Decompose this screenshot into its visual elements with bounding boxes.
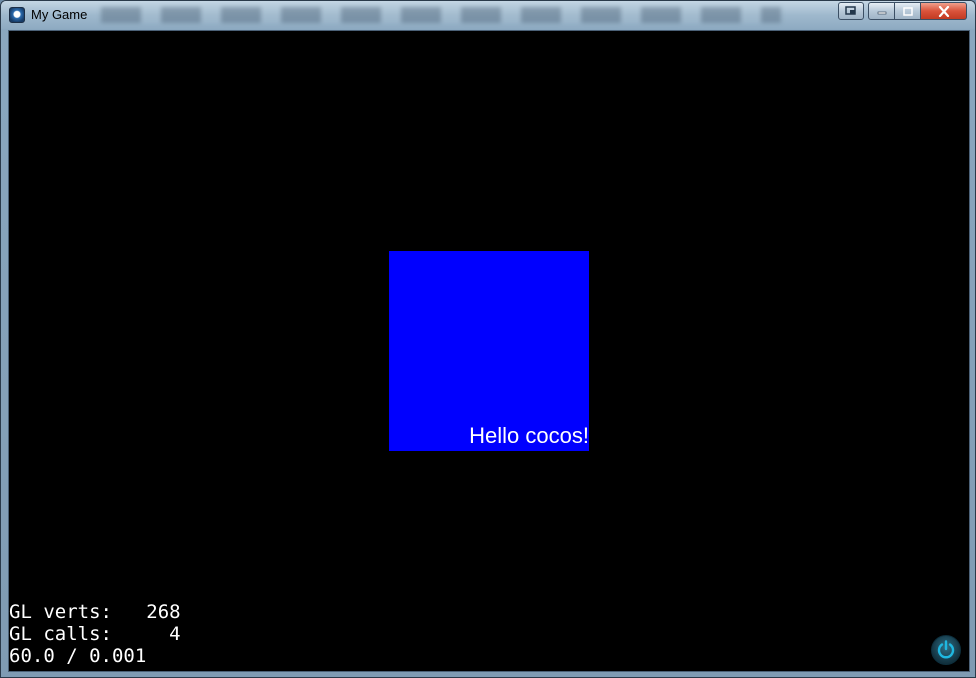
game-canvas[interactable]: Hello cocos! GL verts: 268 GL calls: 4 60.… — [8, 30, 970, 672]
window-restore-app-icon — [845, 6, 856, 15]
blue-square-sprite — [389, 251, 589, 451]
minimize-button[interactable] — [868, 2, 895, 20]
fps-stat: 60.0 / 0.001 — [9, 645, 147, 667]
power-button[interactable] — [931, 635, 961, 665]
power-icon — [937, 640, 955, 659]
maximize-icon — [902, 6, 913, 16]
title-bar[interactable]: My Game — [1, 1, 975, 29]
blurred-taskbar-text — [101, 7, 781, 23]
gl-verts-stat: GL verts: 268 — [9, 601, 181, 623]
maximize-button[interactable] — [895, 2, 921, 20]
window-title: My Game — [31, 7, 88, 22]
restore-app-button[interactable] — [838, 2, 864, 20]
close-button[interactable] — [921, 2, 967, 20]
game-window: My Game Hello cocos! GL verts: 268 GL ca… — [0, 0, 976, 678]
caption-buttons — [838, 2, 967, 22]
gl-calls-stat: GL calls: 4 — [9, 623, 181, 645]
gl-stats-overlay: GL verts: 268 GL calls: 4 60.0 / 0.001 — [9, 601, 181, 667]
app-icon[interactable] — [9, 7, 25, 23]
close-icon — [938, 5, 949, 17]
hello-label: Hello cocos! — [469, 423, 589, 448]
minimize-icon — [877, 11, 886, 15]
